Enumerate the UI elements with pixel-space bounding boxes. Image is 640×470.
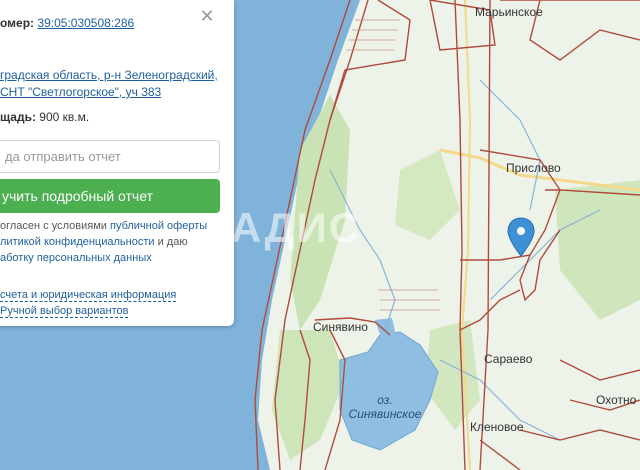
privacy-link[interactable]: литикой конфиденциальности: [0, 236, 155, 248]
place-label-marino: Марьинское: [475, 5, 543, 19]
email-input[interactable]: [0, 140, 220, 173]
area-label: щадь:: [0, 110, 36, 124]
legal-info-link[interactable]: счета и юридическая информация: [0, 289, 177, 302]
cadastral-row: омер: 39:05:030508:286: [0, 16, 134, 30]
place-label-klenovoe: Кленовое: [470, 420, 524, 434]
lake-label-prefix: оз.: [377, 393, 393, 407]
place-label-saraevo: Сараево: [484, 352, 533, 366]
personal-data-link[interactable]: аботку персональных данных: [0, 252, 152, 264]
place-label-okhotno: Охотно: [596, 393, 637, 407]
area-value: 900 кв.м.: [39, 110, 90, 124]
place-label-prislovo: Прислово: [506, 161, 561, 175]
panel-links: счета и юридическая информация Ручной вы…: [0, 287, 177, 319]
place-label-sinyavino: Синявино: [313, 320, 368, 334]
address-line-1: градская область, р-н Зеленоградский,: [0, 68, 218, 82]
lake-label: оз. Синявинское: [340, 393, 430, 421]
parcel-info-panel: ✕ омер: 39:05:030508:286 градская област…: [0, 0, 234, 326]
cadastral-number-link[interactable]: 39:05:030508:286: [37, 16, 134, 30]
offer-link[interactable]: публичной оферты: [110, 220, 207, 232]
consent-text-3: и даю: [154, 236, 188, 248]
consent-text-1: огласен с условиями: [0, 220, 110, 232]
area-row: щадь: 900 кв.м.: [0, 110, 89, 124]
manual-selection-link[interactable]: Ручной выбор вариантов: [0, 305, 129, 318]
consent-text: огласен с условиями публичной оферты лит…: [0, 218, 207, 266]
lake-label-name: Синявинское: [348, 407, 422, 421]
cadastral-label: омер:: [0, 16, 35, 30]
get-report-button[interactable]: учить подробный отчет: [0, 179, 220, 213]
address-line-2: СНТ "Светлогорское", уч 383: [0, 85, 162, 99]
address-link[interactable]: градская область, р-н Зеленоградский, СН…: [0, 67, 218, 101]
